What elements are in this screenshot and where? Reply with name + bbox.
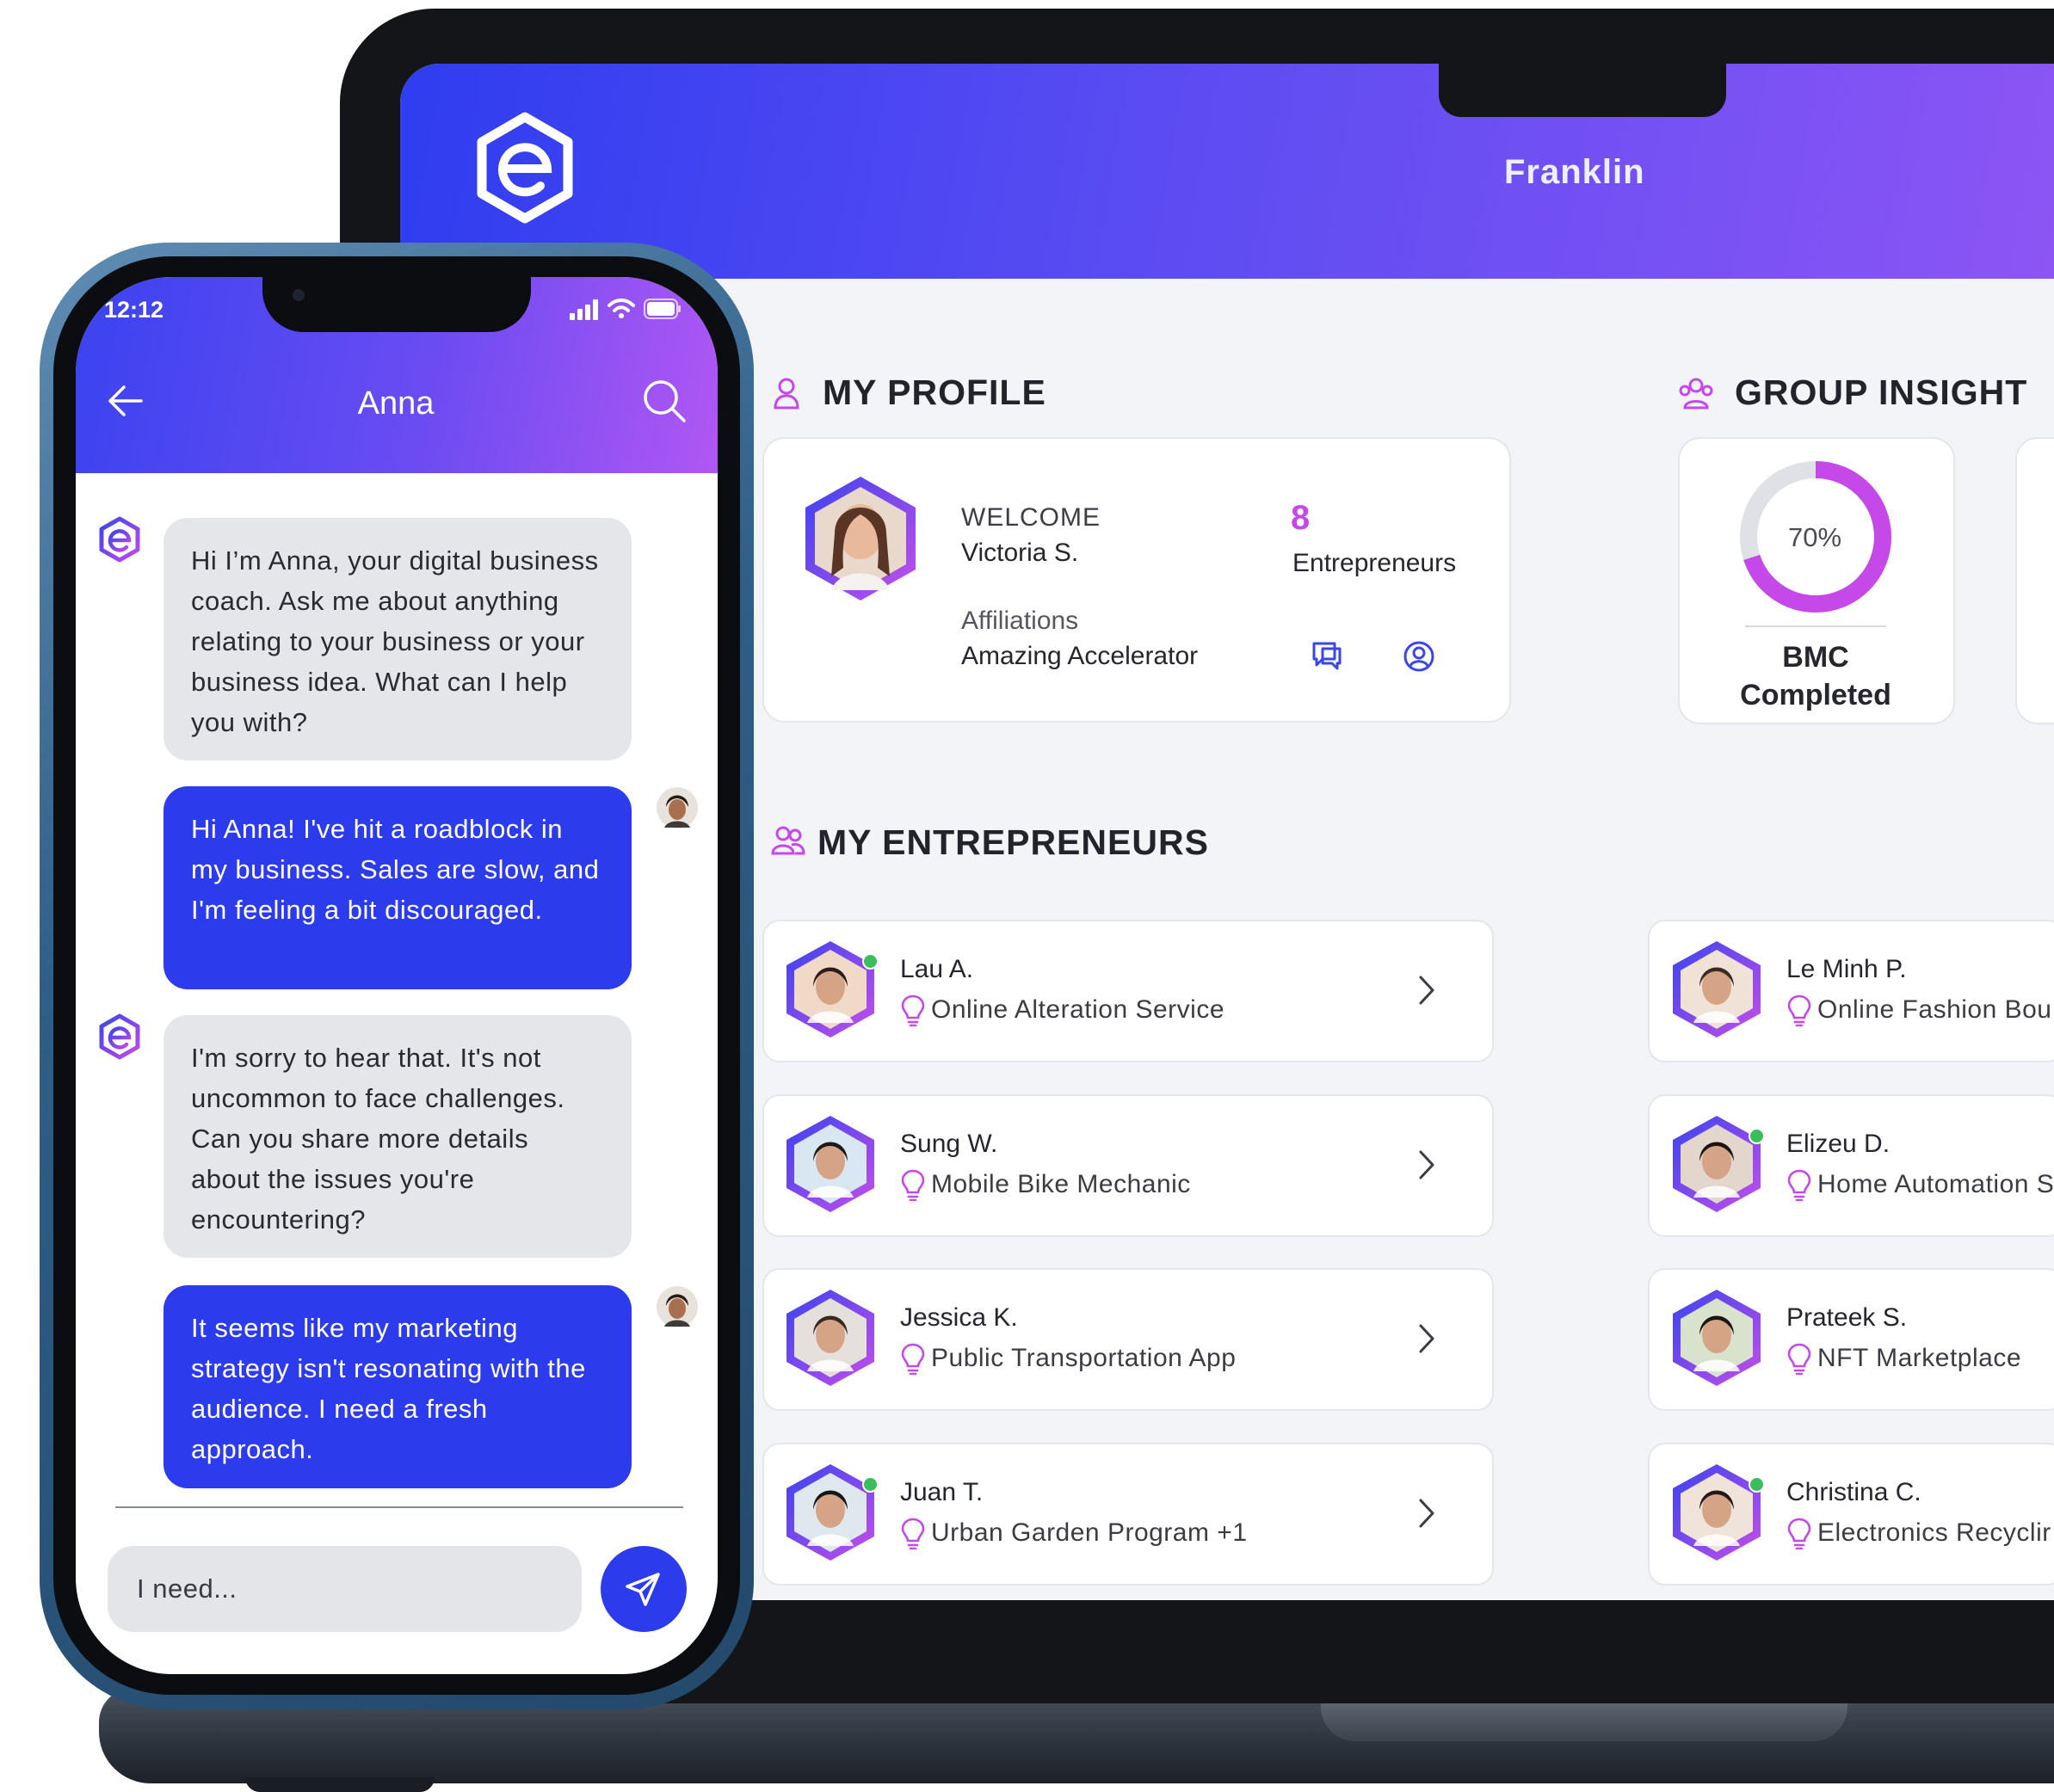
profile-icon — [774, 378, 799, 410]
welcome-label: WELCOME — [961, 503, 1101, 532]
user-avatar — [657, 1286, 698, 1327]
entrepreneur-name: Sung W. — [900, 1130, 998, 1158]
entrepreneur-name: Juan T. — [900, 1478, 984, 1506]
wifi-icon — [608, 299, 635, 318]
lightbulb-icon — [901, 1518, 925, 1549]
bot-logo-icon — [99, 516, 140, 563]
entrepreneurs-icon — [771, 826, 805, 855]
bmc-label-line2: Completed — [1740, 679, 1891, 711]
battery-icon — [644, 299, 681, 319]
lightbulb-icon — [1787, 1343, 1811, 1375]
entrepreneur-business: Urban Garden Program +1 — [931, 1518, 1248, 1547]
entrepreneur-avatar[interactable] — [783, 1113, 878, 1215]
entrepreneur-business: Home Automation S — [1817, 1170, 2054, 1198]
bmc-label-line1: BMC — [1782, 641, 1849, 674]
bmc-percent: 70% — [1788, 522, 1842, 552]
my-entrepreneurs-title: MY ENTREPRENEURS — [817, 822, 1209, 862]
entrepreneur-avatar[interactable] — [783, 1462, 878, 1563]
entrepreneur-name: Prateek S. — [1786, 1303, 1908, 1332]
entrepreneur-avatar[interactable] — [783, 1287, 878, 1389]
entrepreneur-business: Electronics Recyclir — [1817, 1518, 2051, 1547]
chat-bubbles-icon[interactable] — [1311, 640, 1343, 671]
profile-avatar[interactable] — [800, 473, 921, 602]
chevron-right-icon[interactable] — [1416, 1496, 1437, 1530]
entrepreneur-name: Christina C. — [1786, 1478, 1921, 1506]
online-status-dot — [862, 1476, 879, 1493]
lightbulb-icon — [901, 1343, 925, 1375]
signal-icon — [570, 299, 598, 320]
laptop-foot — [245, 1777, 435, 1792]
user-avatar — [657, 787, 698, 828]
entrepreneurs-count-label: Entrepreneurs — [1292, 549, 1457, 577]
entrepreneur-avatar[interactable] — [1669, 1113, 1764, 1215]
entrepreneur-avatar[interactable] — [1669, 939, 1764, 1040]
entrepreneur-avatar[interactable] — [783, 939, 878, 1040]
entrepreneur-business: Public Transportation App — [931, 1344, 1237, 1372]
affiliations-value: Amazing Accelerator — [961, 642, 1199, 670]
entrepreneur-business: NFT Marketplace — [1817, 1344, 2022, 1372]
lightbulb-icon — [901, 995, 925, 1026]
entrepreneur-name: Le Minh P. — [1786, 955, 1907, 983]
group-insight-title: GROUP INSIGHT — [1735, 373, 2028, 412]
chevron-right-icon[interactable] — [1416, 1321, 1437, 1356]
entrepreneur-avatar[interactable] — [1669, 1287, 1764, 1389]
group-icon — [1679, 378, 1713, 410]
send-button[interactable] — [601, 1546, 687, 1632]
online-status-dot — [1749, 1128, 1765, 1144]
entrepreneurs-count: 8 — [1291, 499, 1311, 537]
affiliations-label: Affiliations — [961, 607, 1079, 635]
lightbulb-icon — [1787, 1169, 1811, 1201]
lightbulb-icon — [901, 1169, 925, 1201]
bot-message: I'm sorry to hear that. It's not uncommo… — [163, 1015, 632, 1258]
bot-logo-icon — [99, 1013, 140, 1060]
profile-user-name: Victoria S. — [961, 539, 1079, 567]
my-profile-title: MY PROFILE — [823, 373, 1046, 412]
lightbulb-icon — [1787, 1518, 1811, 1549]
send-icon — [626, 1573, 660, 1606]
back-arrow-icon[interactable] — [107, 384, 145, 418]
entrepreneur-name: Lau A. — [900, 955, 974, 983]
insight-card-partial[interactable] — [2015, 437, 2054, 724]
online-status-dot — [1749, 1476, 1765, 1493]
bmc-divider — [1745, 625, 1886, 627]
user-message: It seems like my marketing strategy isn'… — [163, 1285, 632, 1488]
header-user-name: Franklin — [1504, 153, 1645, 191]
laptop-notch — [1439, 64, 1726, 117]
chevron-right-icon[interactable] — [1416, 973, 1437, 1007]
entrepreneur-name: Elizeu D. — [1786, 1130, 1891, 1158]
user-message: Hi Anna! I've hit a roadblock in my busi… — [163, 786, 632, 989]
chat-title: Anna — [357, 385, 435, 422]
search-icon[interactable] — [642, 379, 687, 423]
app-logo-icon[interactable] — [473, 112, 577, 224]
status-time: 12:12 — [104, 297, 164, 323]
phone-camera — [293, 289, 305, 301]
entrepreneur-business: Mobile Bike Mechanic — [931, 1170, 1191, 1198]
chevron-right-icon[interactable] — [1416, 1148, 1437, 1182]
message-input[interactable] — [108, 1546, 582, 1632]
bot-message: Hi I’m Anna, your digital business coach… — [163, 518, 632, 761]
entrepreneur-avatar[interactable] — [1669, 1462, 1764, 1563]
entrepreneur-name: Jessica K. — [900, 1303, 1018, 1332]
lightbulb-icon — [1787, 995, 1811, 1026]
online-status-dot — [862, 953, 879, 970]
user-circle-icon[interactable] — [1403, 640, 1435, 673]
chat-divider — [115, 1506, 683, 1508]
entrepreneur-business: Online Alteration Service — [931, 995, 1225, 1024]
entrepreneur-business: Online Fashion Bou — [1817, 995, 2052, 1024]
bmc-label: BMC Completed — [1712, 638, 1919, 714]
